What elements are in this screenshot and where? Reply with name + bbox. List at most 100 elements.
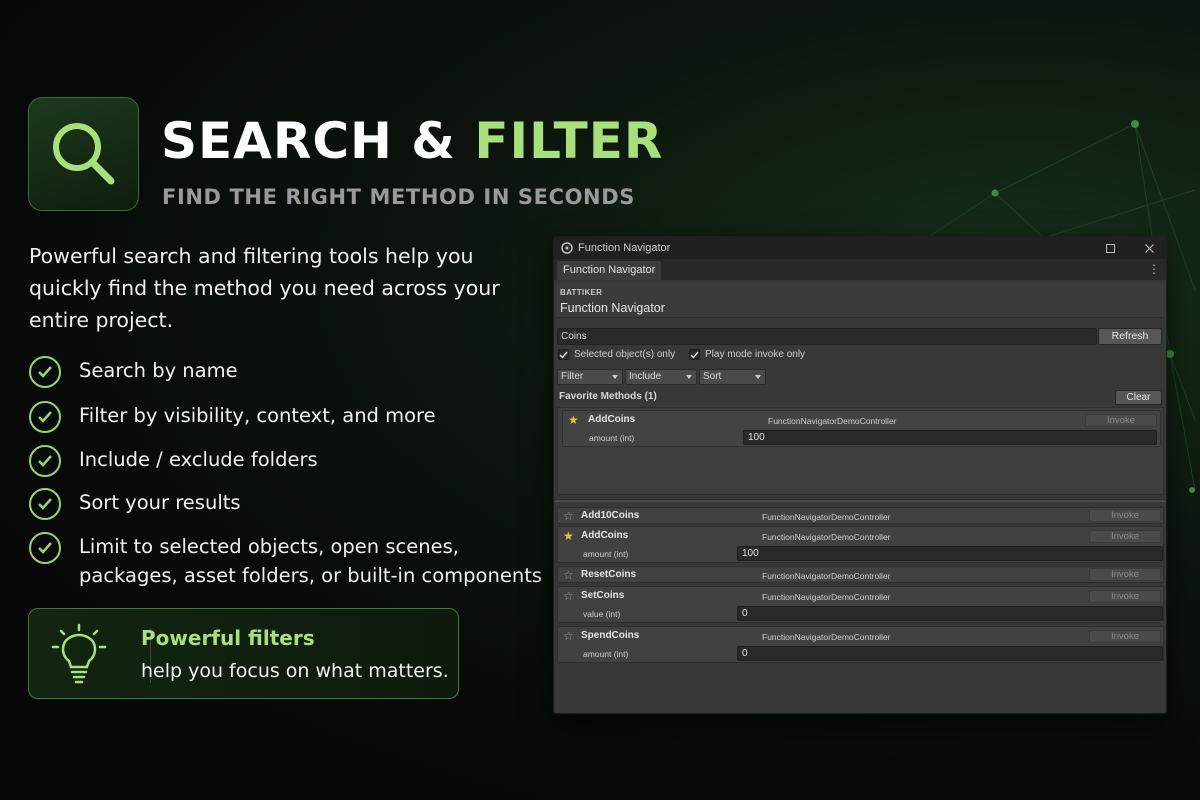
invoke-button[interactable]: Invoke [1089, 530, 1161, 543]
dropdown-label: Sort [703, 371, 722, 382]
window-title: Function Navigator [578, 242, 671, 254]
method-class: FunctionNavigatorDemoController [768, 416, 897, 426]
feature-text: Sort your results [79, 491, 241, 514]
title-accent: FILTER [474, 112, 664, 170]
method-name: ResetCoins [581, 569, 637, 580]
check-icon [559, 351, 568, 359]
dropdown-label: Include [629, 371, 662, 382]
checkmark-circle-icon [29, 401, 61, 433]
checkbox[interactable] [689, 349, 700, 360]
check-icon [690, 351, 699, 359]
star-outline-icon[interactable]: ☆ [563, 510, 574, 522]
method-class: FunctionNavigatorDemoController [762, 632, 891, 642]
param-label: amount (int) [583, 549, 629, 559]
invoke-button[interactable]: Invoke [1085, 414, 1157, 427]
caret-down-icon [612, 375, 618, 379]
search-feature-badge [28, 97, 139, 211]
method-item: ☆ ResetCoins FunctionNavigatorDemoContro… [557, 566, 1164, 583]
refresh-button[interactable]: Refresh [1098, 328, 1162, 345]
method-item: ☆ SpendCoins FunctionNavigatorDemoContro… [557, 626, 1164, 663]
function-navigator-window: Function Navigator Function Navigator ⋮ … [553, 236, 1167, 714]
invoke-button[interactable]: Invoke [1089, 590, 1161, 603]
invoke-button[interactable]: Invoke [1089, 630, 1161, 643]
close-button[interactable] [1141, 240, 1157, 256]
method-class: FunctionNavigatorDemoController [762, 571, 891, 581]
star-filled-icon[interactable]: ★ [568, 414, 579, 426]
caret-down-icon [686, 375, 692, 379]
method-item: ☆ Add10Coins FunctionNavigatorDemoContro… [557, 507, 1164, 524]
method-name: SpendCoins [581, 630, 640, 641]
method-class: FunctionNavigatorDemoController [762, 512, 891, 522]
star-outline-icon[interactable]: ☆ [563, 590, 574, 602]
title-main: SEARCH & [161, 112, 475, 170]
param-label: amount (int) [589, 433, 635, 443]
param-input[interactable]: 100 [743, 430, 1157, 445]
sort-dropdown[interactable]: Sort [699, 369, 766, 385]
include-dropdown[interactable]: Include [625, 369, 697, 385]
favorites-panel: ★ AddCoins FunctionNavigatorDemoControll… [557, 407, 1164, 495]
more-options-icon[interactable]: ⋮ [1148, 262, 1160, 276]
navigator-header: BATTIKER Function Navigator [557, 283, 1164, 318]
page-title: SEARCH & FILTER [161, 112, 663, 170]
caret-down-icon [755, 375, 761, 379]
app-icon [561, 242, 573, 254]
feature-item: Include / exclude folders [29, 445, 318, 477]
invoke-button[interactable]: Invoke [1089, 509, 1161, 522]
feature-item: Search by name [29, 356, 238, 388]
star-filled-icon[interactable]: ★ [563, 530, 574, 542]
favorites-heading: Favorite Methods (1) [559, 391, 657, 402]
feature-text: Include / exclude folders [79, 448, 318, 471]
maximize-button[interactable] [1102, 240, 1118, 256]
tab-bar: Function Navigator ⋮ [554, 259, 1166, 280]
dropdown-label: Filter [561, 371, 584, 382]
method-class: FunctionNavigatorDemoController [762, 532, 891, 542]
param-input[interactable]: 0 [737, 606, 1163, 621]
lightbulb-icon [51, 623, 107, 684]
toggle-label: Selected object(s) only [574, 349, 676, 360]
method-name: AddCoins [581, 530, 629, 541]
method-name: Add10Coins [581, 510, 640, 521]
checkmark-circle-icon [29, 488, 61, 520]
favorite-method-item: ★ AddCoins FunctionNavigatorDemoControll… [562, 410, 1161, 447]
param-label: value (int) [583, 609, 621, 619]
filter-dropdown[interactable]: Filter [557, 369, 623, 385]
feature-text: Filter by visibility, context, and more [79, 404, 436, 427]
method-item: ★ AddCoins FunctionNavigatorDemoControll… [557, 526, 1164, 563]
maximize-icon [1105, 243, 1115, 253]
param-label: amount (int) [583, 649, 629, 659]
feature-text: Search by name [79, 359, 238, 382]
checkmark-circle-icon [29, 445, 61, 477]
star-outline-icon[interactable]: ☆ [563, 630, 574, 642]
star-outline-icon[interactable]: ☆ [563, 569, 574, 581]
feature-item: Filter by visibility, context, and more [29, 401, 436, 433]
checkmark-circle-icon [29, 532, 61, 564]
method-name: AddCoins [588, 414, 636, 425]
tip-callout: Powerful filters help you focus on what … [28, 608, 459, 699]
invoke-button[interactable]: Invoke [1089, 568, 1161, 581]
magnifier-icon [52, 123, 114, 185]
feature-item: Limit to selected objects, open scenes, … [29, 532, 544, 590]
search-input[interactable]: Coins [557, 328, 1097, 345]
callout-heading: Powerful filters [141, 626, 315, 650]
intro-paragraph: Powerful search and filtering tools help… [29, 244, 500, 332]
selected-only-toggle[interactable]: Selected object(s) only [558, 349, 675, 360]
navigator-title: Function Navigator [560, 301, 665, 315]
checkmark-circle-icon [29, 356, 61, 388]
method-name: SetCoins [581, 590, 625, 601]
checkbox[interactable] [558, 349, 569, 360]
feature-item: Sort your results [29, 488, 241, 520]
page-subtitle: FIND THE RIGHT METHOD IN SECONDS [162, 185, 635, 209]
feature-text: Limit to selected objects, open scenes, … [79, 535, 543, 587]
callout-text: help you focus on what matters. [141, 660, 449, 682]
clear-favorites-button[interactable]: Clear [1115, 390, 1162, 405]
window-titlebar: Function Navigator [554, 237, 1166, 259]
close-icon [1144, 243, 1154, 253]
section-separator[interactable] [554, 499, 1166, 502]
playmode-only-toggle[interactable]: Play mode invoke only [689, 349, 805, 360]
brand-label: BATTIKER [560, 288, 603, 297]
param-input[interactable]: 0 [737, 646, 1163, 661]
param-input[interactable]: 100 [737, 546, 1163, 561]
toggle-label: Play mode invoke only [705, 349, 806, 360]
method-item: ☆ SetCoins FunctionNavigatorDemoControll… [557, 586, 1164, 623]
tab-function-navigator[interactable]: Function Navigator [557, 261, 662, 280]
